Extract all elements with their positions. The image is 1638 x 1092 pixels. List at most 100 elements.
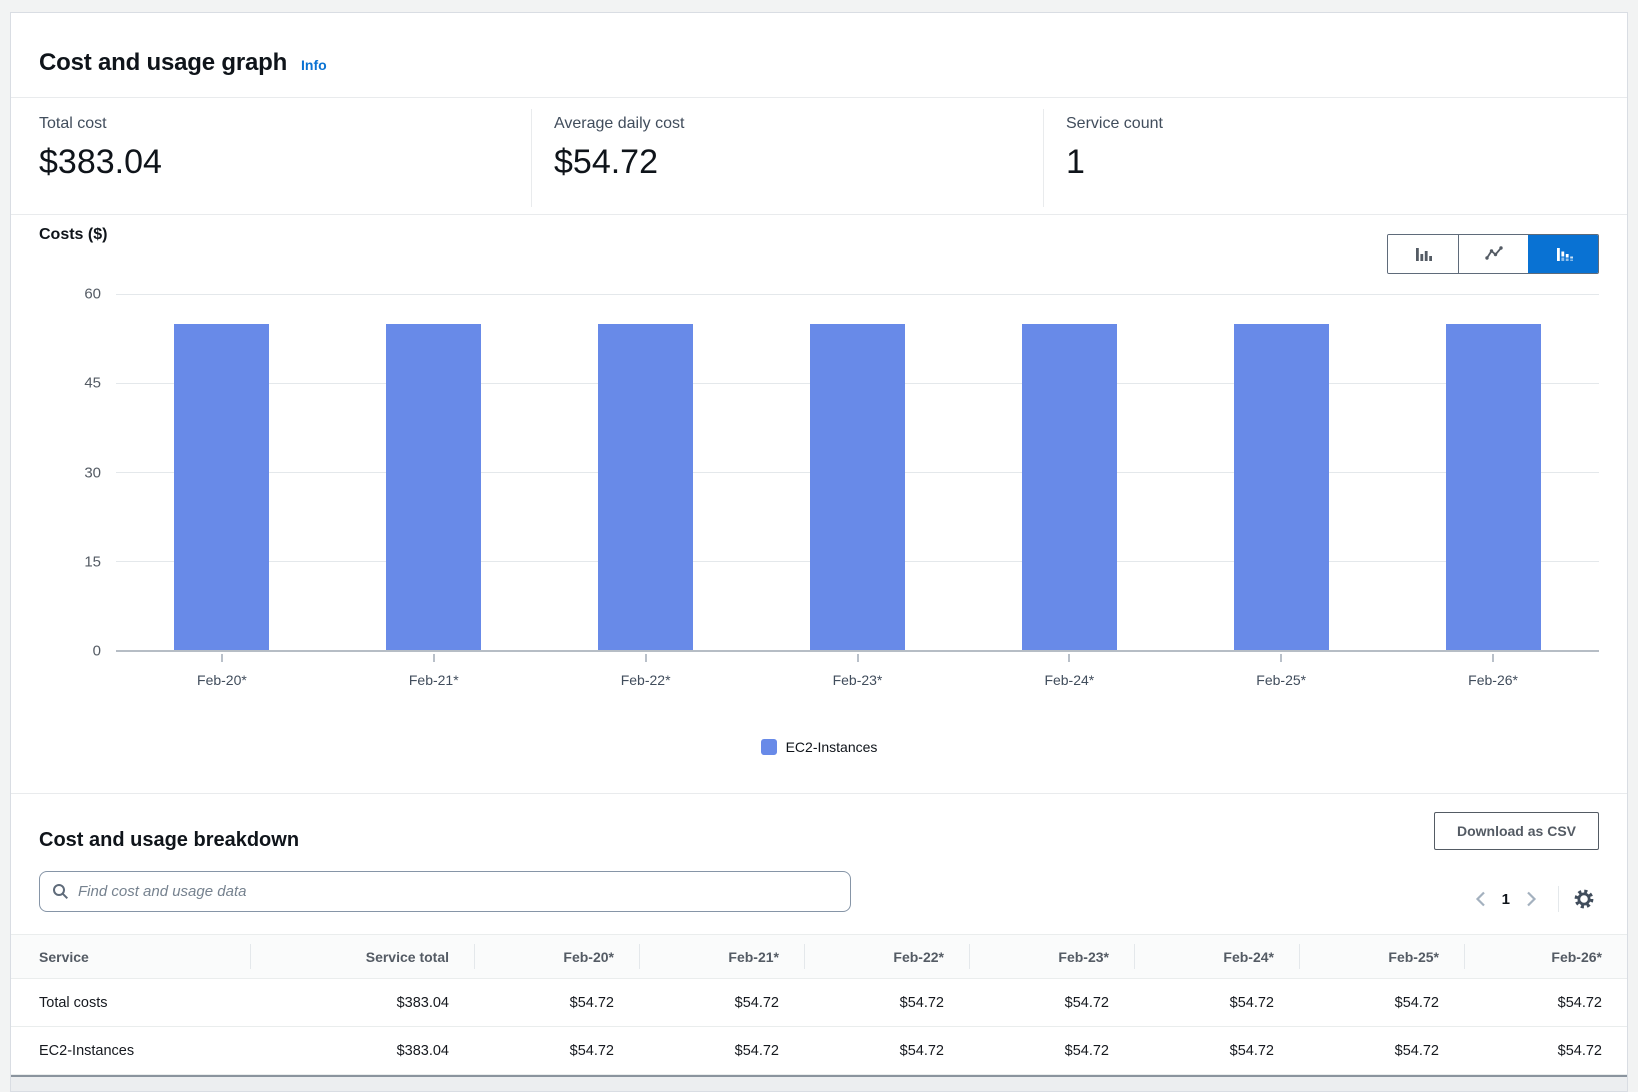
- previous-page-button[interactable]: [1468, 886, 1494, 912]
- next-page-button[interactable]: [1518, 886, 1544, 912]
- bar-feb-25[interactable]: [1234, 324, 1329, 650]
- line-chart-icon: [1484, 244, 1504, 264]
- table-cell: $54.72: [639, 1027, 804, 1075]
- download-as-csv-button[interactable]: Download as CSV: [1434, 812, 1599, 850]
- table-cell: $54.72: [1299, 1027, 1464, 1075]
- table-cell: $54.72: [1299, 979, 1464, 1027]
- stats-divider: [531, 109, 532, 207]
- search-icon: [52, 883, 69, 900]
- stat-value: 1: [1066, 143, 1163, 182]
- stat-average-daily-cost: Average daily cost $54.72: [554, 115, 684, 182]
- table-cell: $54.72: [804, 979, 969, 1027]
- chart-type-toggle-group: [1387, 234, 1599, 274]
- chart-legend: EC2-Instances: [39, 739, 1599, 760]
- table-cell: $54.72: [474, 979, 639, 1027]
- x-axis-label-feb-26: Feb-26*: [1387, 672, 1599, 688]
- grouped-bar-chart-icon: [1554, 244, 1574, 264]
- line-chart-toggle-button[interactable]: [1458, 235, 1528, 273]
- bar-feb-20[interactable]: [174, 324, 269, 650]
- x-axis-tick-feb-24: [1068, 654, 1070, 662]
- x-axis-label-feb-22: Feb-22*: [540, 672, 752, 688]
- card-footer-strip: [11, 1077, 1627, 1091]
- chevron-left-icon: [1475, 890, 1487, 908]
- grouped-bar-chart-toggle-button[interactable]: [1528, 235, 1598, 273]
- table-cell: $54.72: [1134, 979, 1299, 1027]
- search-input[interactable]: [78, 883, 838, 900]
- table-cell: $54.72: [969, 1027, 1134, 1075]
- table-cell: $54.72: [1134, 1027, 1299, 1075]
- column-header-feb-20: Feb-20*: [474, 934, 639, 979]
- y-axis-label-60: 60: [41, 286, 101, 303]
- card-titlebar: Cost and usage graph Info: [39, 49, 327, 77]
- column-header-feb-25: Feb-25*: [1299, 934, 1464, 979]
- y-axis-label-30: 30: [41, 464, 101, 481]
- gridline-60: [116, 294, 1599, 295]
- row-label-ec2-instances: EC2-Instances: [11, 1027, 250, 1075]
- table-cell: $54.72: [474, 1027, 639, 1075]
- x-axis-label-feb-25: Feb-25*: [1175, 672, 1387, 688]
- x-axis-tick-feb-21: [433, 654, 435, 662]
- bar-feb-24[interactable]: [1022, 324, 1117, 650]
- table-cell: $54.72: [969, 979, 1134, 1027]
- stat-value: $383.04: [39, 143, 162, 182]
- bar-feb-23[interactable]: [810, 324, 905, 650]
- column-header-feb-24: Feb-24*: [1134, 934, 1299, 979]
- table-cell: $54.72: [804, 1027, 969, 1075]
- table-cell: $54.72: [1464, 1027, 1627, 1075]
- pagination-divider: [1558, 886, 1559, 912]
- x-axis-tick-feb-25: [1280, 654, 1282, 662]
- stat-total-cost: Total cost $383.04: [39, 115, 162, 182]
- table-preferences-button[interactable]: [1569, 884, 1599, 914]
- legend-swatch-ec2-instances: [761, 739, 777, 755]
- column-header-service: Service: [11, 934, 250, 979]
- column-header-feb-23: Feb-23*: [969, 934, 1134, 979]
- table-pagination: 1: [1468, 881, 1599, 917]
- search-box: [39, 871, 851, 912]
- y-axis-label-0: 0: [41, 643, 101, 660]
- y-axis-label-45: 45: [41, 375, 101, 392]
- x-axis-tick-feb-23: [857, 654, 859, 662]
- table-cell: $383.04: [250, 1027, 474, 1075]
- stat-label: Service count: [1066, 115, 1163, 133]
- x-axis-label-feb-24: Feb-24*: [963, 672, 1175, 688]
- legend-label[interactable]: EC2-Instances: [786, 739, 878, 755]
- x-axis-label-feb-20: Feb-20*: [116, 672, 328, 688]
- table-cell: $383.04: [250, 979, 474, 1027]
- info-link[interactable]: Info: [301, 57, 327, 73]
- chevron-right-icon: [1525, 890, 1537, 908]
- x-axis-line: [116, 650, 1599, 652]
- bar-chart-toggle-button[interactable]: [1388, 235, 1458, 273]
- chart-bottom-divider: [11, 793, 1627, 794]
- page-title: Cost and usage graph: [39, 49, 287, 77]
- column-header-feb-22: Feb-22*: [804, 934, 969, 979]
- stat-value: $54.72: [554, 143, 684, 182]
- stat-label: Average daily cost: [554, 115, 684, 133]
- bar-feb-26[interactable]: [1446, 324, 1541, 650]
- chart-axis-title: Costs ($): [39, 226, 107, 244]
- column-header-service-total: Service total: [250, 934, 474, 979]
- bar-chart-icon: [1413, 244, 1433, 264]
- breakdown-title: Cost and usage breakdown: [39, 829, 299, 852]
- table-cell: $54.72: [1464, 979, 1627, 1027]
- gear-icon: [1573, 888, 1595, 910]
- column-header-feb-26: Feb-26*: [1464, 934, 1627, 979]
- stats-bottom-divider: [11, 214, 1627, 215]
- stat-label: Total cost: [39, 115, 162, 133]
- x-axis-tick-feb-26: [1492, 654, 1494, 662]
- x-axis-tick-feb-22: [645, 654, 647, 662]
- stat-service-count: Service count 1: [1066, 115, 1163, 182]
- title-divider: [11, 97, 1627, 98]
- x-axis-tick-feb-20: [221, 654, 223, 662]
- column-header-feb-21: Feb-21*: [639, 934, 804, 979]
- bar-feb-22[interactable]: [598, 324, 693, 650]
- current-page-number[interactable]: 1: [1494, 891, 1518, 908]
- stats-divider: [1043, 109, 1044, 207]
- bar-feb-21[interactable]: [386, 324, 481, 650]
- table-cell: $54.72: [639, 979, 804, 1027]
- x-axis-label-feb-21: Feb-21*: [328, 672, 540, 688]
- y-axis-label-15: 15: [41, 553, 101, 570]
- row-label-total-costs: Total costs: [11, 979, 250, 1027]
- breakdown-table: ServiceService totalFeb-20*Feb-21*Feb-22…: [11, 934, 1627, 1075]
- x-axis-label-feb-23: Feb-23*: [752, 672, 964, 688]
- chart-plot: 015304560Feb-20*Feb-21*Feb-22*Feb-23*Feb…: [116, 294, 1599, 651]
